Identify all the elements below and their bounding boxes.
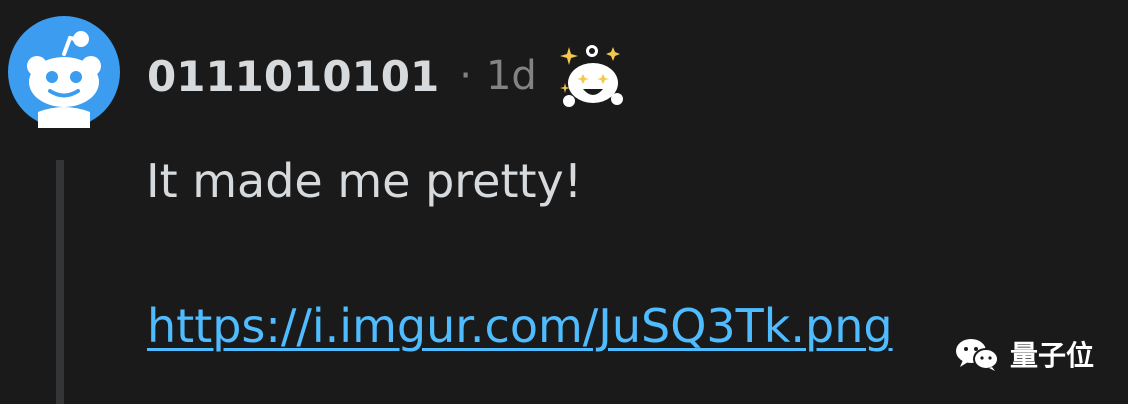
comment-author[interactable]: 0111010101 [147, 52, 439, 101]
watermark: 量子位 [954, 334, 1094, 374]
comment-timestamp[interactable]: 1d [486, 53, 537, 99]
comment-header: 0111010101 · 1d [147, 45, 623, 107]
wechat-logo-icon [954, 336, 1000, 372]
comment-thread-line[interactable] [56, 160, 64, 404]
comment-body: It made me pretty! [146, 154, 583, 208]
meta-separator: · [459, 53, 472, 99]
watermark-text: 量子位 [1009, 339, 1094, 372]
comment-image-link[interactable]: https://i.imgur.com/JuSQ3Tk.png [147, 295, 893, 357]
starstruck-flair-icon [557, 43, 623, 109]
user-avatar-icon[interactable] [8, 16, 120, 128]
